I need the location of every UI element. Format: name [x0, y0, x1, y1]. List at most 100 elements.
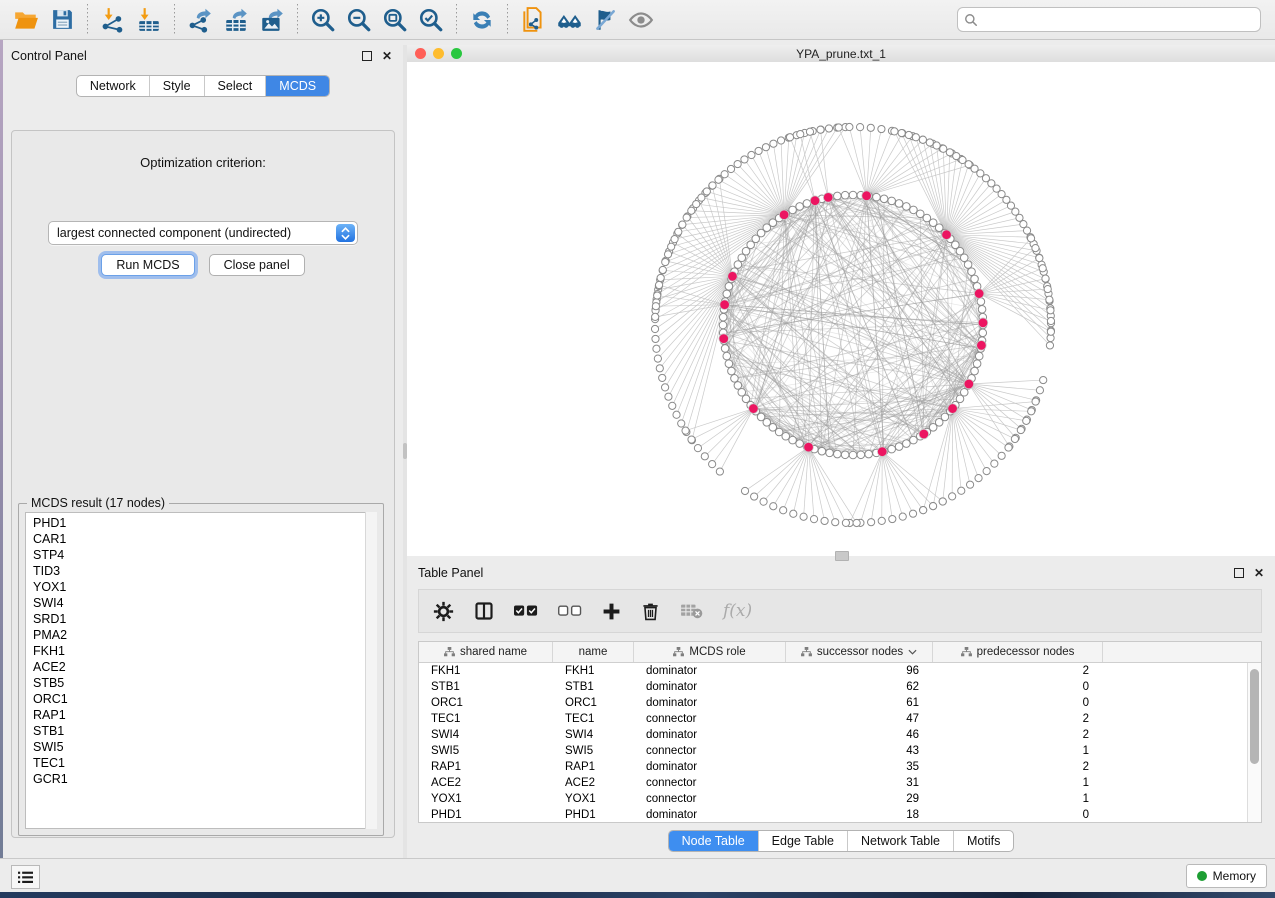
graph-node[interactable]: [760, 498, 767, 505]
graph-node[interactable]: [675, 228, 682, 235]
graph-node[interactable]: [968, 268, 976, 276]
graph-node[interactable]: [849, 451, 857, 459]
graph-node[interactable]: [725, 360, 733, 368]
graph-node[interactable]: [748, 151, 755, 158]
graph-node[interactable]: [983, 467, 990, 474]
graph-node[interactable]: [727, 165, 734, 172]
graph-node[interactable]: [731, 375, 739, 383]
mcds-result-item[interactable]: TID3: [26, 563, 376, 579]
graph-node[interactable]: [721, 345, 729, 353]
graph-node[interactable]: [910, 206, 918, 214]
graph-node[interactable]: [770, 140, 777, 147]
graph-node[interactable]: [716, 468, 723, 475]
graph-node[interactable]: [878, 125, 885, 132]
graph-node[interactable]: [652, 335, 659, 342]
graph-node[interactable]: [832, 519, 839, 526]
show-columns-icon[interactable]: [474, 601, 494, 621]
mcds-result-item[interactable]: PHD1: [26, 515, 376, 531]
mcds-result-item[interactable]: RAP1: [26, 707, 376, 723]
mcds-result-item[interactable]: FKH1: [26, 643, 376, 659]
graph-hub-node[interactable]: [728, 272, 738, 282]
graph-node[interactable]: [998, 452, 1005, 459]
graph-node[interactable]: [1044, 285, 1051, 292]
graph-hub-node[interactable]: [749, 404, 759, 414]
graph-node[interactable]: [1023, 227, 1030, 234]
table-row[interactable]: RAP1RAP1dominator352: [419, 759, 1261, 775]
graph-node[interactable]: [1027, 235, 1034, 242]
trash-icon[interactable]: [641, 602, 660, 621]
graph-node[interactable]: [694, 445, 701, 452]
graph-node[interactable]: [899, 513, 906, 520]
zoom-in-icon[interactable]: [305, 4, 341, 36]
table-row[interactable]: ORC1ORC1dominator610: [419, 695, 1261, 711]
save-session-icon[interactable]: [44, 4, 80, 36]
graph-node[interactable]: [888, 445, 896, 453]
table-row[interactable]: SWI5SWI5connector431: [419, 743, 1261, 759]
graph-node[interactable]: [703, 188, 710, 195]
graph-node[interactable]: [723, 352, 731, 360]
graph-node[interactable]: [679, 221, 686, 228]
graph-node[interactable]: [665, 393, 672, 400]
graph-node[interactable]: [1017, 426, 1024, 433]
apply-layout-icon[interactable]: [464, 4, 500, 36]
close-panel-button[interactable]: Close panel: [209, 254, 305, 276]
mcds-result-item[interactable]: SRD1: [26, 611, 376, 627]
close-panel-icon[interactable]: ✕: [379, 48, 395, 64]
graph-hub-node[interactable]: [974, 289, 984, 299]
graph-node[interactable]: [841, 191, 849, 199]
graph-node[interactable]: [1039, 265, 1046, 272]
table-row[interactable]: FKH1FKH1dominator962: [419, 663, 1261, 679]
import-network-icon[interactable]: [95, 4, 131, 36]
float-panel-icon[interactable]: [359, 48, 375, 64]
graph-node[interactable]: [940, 145, 947, 152]
global-search-box[interactable]: [957, 7, 1261, 32]
graph-node[interactable]: [701, 453, 708, 460]
network-window-titlebar[interactable]: YPA_prune.txt_1: [407, 45, 1275, 63]
graph-node[interactable]: [668, 243, 675, 250]
graph-node[interactable]: [755, 147, 762, 154]
graph-node[interactable]: [810, 516, 817, 523]
graph-node[interactable]: [903, 203, 911, 211]
graph-node[interactable]: [738, 254, 746, 262]
graph-node[interactable]: [975, 475, 982, 482]
mcds-result-item[interactable]: PMA2: [26, 627, 376, 643]
graph-node[interactable]: [806, 128, 813, 135]
graph-node[interactable]: [867, 124, 874, 131]
graph-node[interactable]: [835, 124, 842, 131]
graph-node[interactable]: [895, 443, 903, 451]
column-header-predecessor-nodes[interactable]: predecessor nodes: [933, 642, 1103, 662]
mcds-result-item[interactable]: TEC1: [26, 755, 376, 771]
graph-node[interactable]: [762, 144, 769, 151]
graph-node[interactable]: [905, 131, 912, 138]
search-binoculars-icon[interactable]: [551, 4, 587, 36]
network-canvas[interactable]: [407, 62, 1275, 556]
graph-hub-node[interactable]: [942, 230, 952, 240]
graph-node[interactable]: [1032, 398, 1039, 405]
export-network-icon[interactable]: [182, 4, 218, 36]
scrollbar-thumb[interactable]: [1250, 669, 1259, 764]
table-scrollbar[interactable]: [1247, 663, 1261, 822]
graph-node[interactable]: [655, 281, 662, 288]
zoom-selected-icon[interactable]: [413, 4, 449, 36]
graph-node[interactable]: [782, 432, 790, 440]
graph-node[interactable]: [1028, 408, 1035, 415]
float-panel-icon[interactable]: [1231, 565, 1247, 581]
graph-node[interactable]: [715, 176, 722, 183]
graph-node[interactable]: [671, 236, 678, 243]
graph-node[interactable]: [865, 450, 873, 458]
graph-node[interactable]: [1005, 444, 1012, 451]
graph-node[interactable]: [971, 275, 979, 283]
graph-hub-node[interactable]: [977, 341, 987, 351]
graph-node[interactable]: [978, 306, 986, 314]
column-header-name[interactable]: name: [553, 642, 634, 662]
tab-edge-table[interactable]: Edge Table: [758, 831, 847, 851]
graph-node[interactable]: [719, 313, 727, 321]
graph-node[interactable]: [817, 126, 824, 133]
graph-node[interactable]: [800, 513, 807, 520]
mcds-result-item[interactable]: ORC1: [26, 691, 376, 707]
open-session-icon[interactable]: [8, 4, 44, 36]
graph-node[interactable]: [853, 519, 860, 526]
graph-node[interactable]: [786, 134, 793, 141]
graph-hub-node[interactable]: [810, 196, 820, 206]
task-history-button[interactable]: [11, 865, 40, 889]
